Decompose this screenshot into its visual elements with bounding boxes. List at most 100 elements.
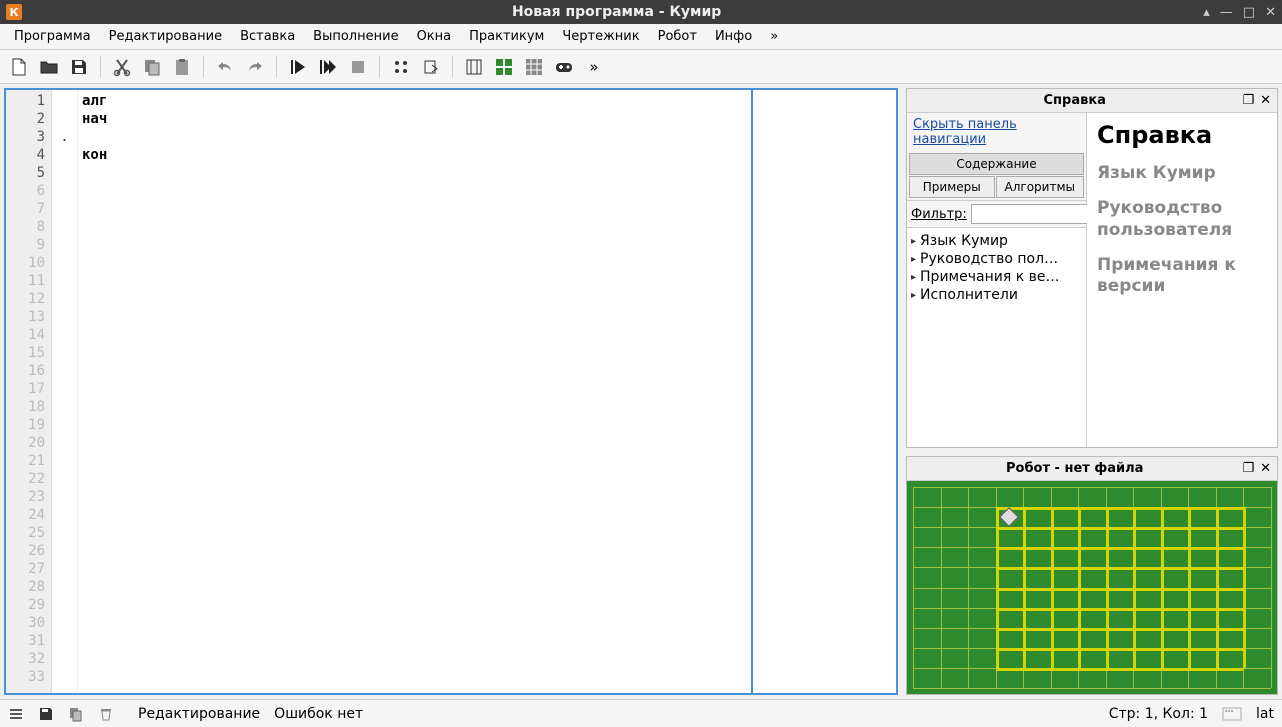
- help-section-manual[interactable]: Руководство пользователя: [1097, 198, 1267, 241]
- help-content-title: Справка: [1097, 121, 1267, 149]
- tree-item-notes[interactable]: ▸Примечания к ве…: [909, 268, 1084, 286]
- tool-layout2-icon[interactable]: [491, 54, 517, 80]
- line-number: 7: [6, 200, 51, 218]
- window-minimize-icon[interactable]: —: [1220, 5, 1233, 20]
- menu-insert[interactable]: Вставка: [232, 26, 303, 47]
- line-number: 14: [6, 326, 51, 344]
- tool-insert-icon[interactable]: [418, 54, 444, 80]
- right-panels: Справка ❐ ✕ Скрыть панель навигации Соде…: [906, 88, 1278, 695]
- line-number: 21: [6, 452, 51, 470]
- sb-lang[interactable]: lat: [1256, 706, 1274, 722]
- line-number: 11: [6, 272, 51, 290]
- help-panel: Справка ❐ ✕ Скрыть панель навигации Соде…: [906, 88, 1278, 448]
- line-number: 31: [6, 632, 51, 650]
- line-number: 29: [6, 596, 51, 614]
- line-number: 4: [6, 146, 51, 164]
- undo-button[interactable]: [212, 54, 238, 80]
- sb-position: Стр: 1, Кол: 1: [1109, 706, 1208, 722]
- line-number: 16: [6, 362, 51, 380]
- tree-item-performers[interactable]: ▸Исполнители: [909, 286, 1084, 304]
- main-area: 1234567891011121314151617181920212223242…: [0, 84, 1282, 699]
- window-titlebar: К Новая программа - Кумир ▴ — □ ✕: [0, 0, 1282, 24]
- menu-run[interactable]: Выполнение: [305, 26, 406, 47]
- line-number: 6: [6, 182, 51, 200]
- app-icon: К: [6, 4, 22, 20]
- statusbar: Редактирование Ошибок нет Стр: 1, Кол: 1…: [0, 699, 1282, 727]
- line-number: 33: [6, 668, 51, 686]
- window-title: Новая программа - Кумир: [30, 4, 1203, 20]
- help-section-lang[interactable]: Язык Кумир: [1097, 163, 1267, 184]
- line-number: 32: [6, 650, 51, 668]
- help-tree: ▸Язык Кумир ▸Руководство пол… ▸Примечани…: [907, 228, 1086, 447]
- indent-column: .: [52, 90, 78, 693]
- tool-dots-icon[interactable]: [388, 54, 414, 80]
- sb-trash-icon[interactable]: [98, 706, 114, 722]
- tool-game-icon[interactable]: [551, 54, 577, 80]
- line-number-gutter: 1234567891011121314151617181920212223242…: [6, 90, 52, 693]
- sb-copy-icon[interactable]: [68, 706, 84, 722]
- editor-right-margin: [751, 90, 896, 693]
- hide-nav-link[interactable]: Скрыть панель навигации: [907, 113, 1086, 151]
- robot-panel: Робот - нет файла ❐ ✕: [906, 456, 1278, 695]
- line-number: 15: [6, 344, 51, 362]
- save-button[interactable]: [66, 54, 92, 80]
- help-section-notes[interactable]: Примечания к версии: [1097, 255, 1267, 298]
- code-editor[interactable]: алгначкон: [78, 90, 751, 693]
- robot-marker: [999, 507, 1019, 527]
- tool-grid-icon[interactable]: [521, 54, 547, 80]
- help-panel-title: Справка: [913, 93, 1236, 108]
- run-button[interactable]: [285, 54, 311, 80]
- robot-detach-icon[interactable]: ❐: [1242, 461, 1254, 476]
- paste-button[interactable]: [169, 54, 195, 80]
- menu-program[interactable]: Программа: [6, 26, 99, 47]
- menubar: Программа Редактирование Вставка Выполне…: [0, 24, 1282, 50]
- line-number: 18: [6, 398, 51, 416]
- stop-button[interactable]: [345, 54, 371, 80]
- toolbar-overflow[interactable]: »: [581, 54, 607, 80]
- sb-errors: Ошибок нет: [274, 706, 363, 722]
- tab-examples[interactable]: Примеры: [909, 176, 995, 198]
- menu-info[interactable]: Инфо: [707, 26, 760, 47]
- menu-practice[interactable]: Практикум: [461, 26, 552, 47]
- robot-field[interactable]: [907, 481, 1277, 694]
- robot-panel-title: Робот - нет файла: [913, 461, 1236, 476]
- redo-button[interactable]: [242, 54, 268, 80]
- window-close-icon[interactable]: ✕: [1265, 5, 1276, 20]
- open-file-button[interactable]: [36, 54, 62, 80]
- filter-label: Фильтр:: [911, 207, 967, 222]
- copy-button[interactable]: [139, 54, 165, 80]
- cut-button[interactable]: [109, 54, 135, 80]
- toolbar: »: [0, 50, 1282, 84]
- menu-windows[interactable]: Окна: [409, 26, 460, 47]
- tree-item-lang[interactable]: ▸Язык Кумир: [909, 232, 1084, 250]
- new-file-button[interactable]: [6, 54, 32, 80]
- help-close-icon[interactable]: ✕: [1260, 93, 1271, 108]
- tool-layout1-icon[interactable]: [461, 54, 487, 80]
- line-number: 10: [6, 254, 51, 272]
- sb-keyboard-icon[interactable]: [1222, 707, 1242, 721]
- line-number: 13: [6, 308, 51, 326]
- robot-close-icon[interactable]: ✕: [1260, 461, 1271, 476]
- line-number: 26: [6, 542, 51, 560]
- window-maximize-icon[interactable]: □: [1243, 5, 1255, 20]
- sb-menu-icon[interactable]: [8, 706, 24, 722]
- line-number: 5: [6, 164, 51, 182]
- help-detach-icon[interactable]: ❐: [1242, 93, 1254, 108]
- line-number: 1: [6, 92, 51, 110]
- step-button[interactable]: [315, 54, 341, 80]
- line-number: 28: [6, 578, 51, 596]
- line-number: 22: [6, 470, 51, 488]
- menu-drawer[interactable]: Чертежник: [554, 26, 647, 47]
- tab-contents[interactable]: Содержание: [909, 153, 1084, 175]
- help-nav: Скрыть панель навигации Содержание Приме…: [907, 113, 1087, 447]
- line-number: 9: [6, 236, 51, 254]
- line-number: 27: [6, 560, 51, 578]
- menu-robot[interactable]: Робот: [650, 26, 705, 47]
- menu-edit[interactable]: Редактирование: [101, 26, 230, 47]
- window-up-icon[interactable]: ▴: [1203, 5, 1210, 20]
- menu-overflow[interactable]: »: [762, 26, 786, 47]
- line-number: 30: [6, 614, 51, 632]
- tab-algorithms[interactable]: Алгоритмы: [996, 176, 1084, 198]
- sb-save-icon[interactable]: [38, 706, 54, 722]
- tree-item-manual[interactable]: ▸Руководство пол…: [909, 250, 1084, 268]
